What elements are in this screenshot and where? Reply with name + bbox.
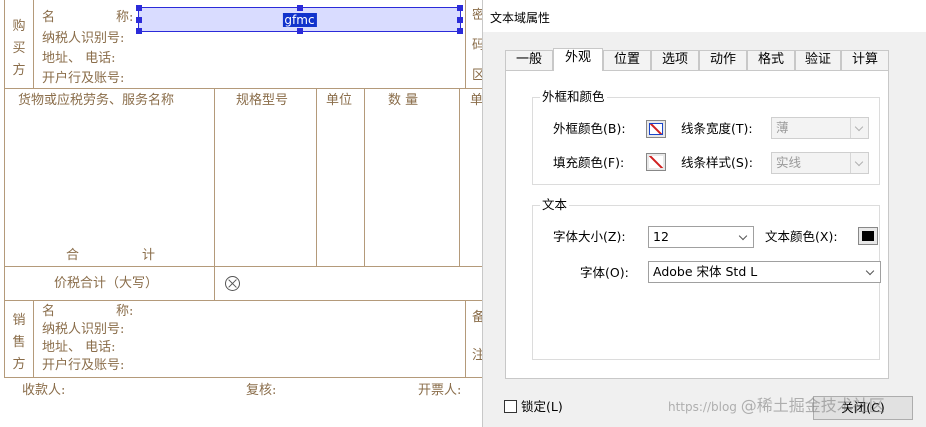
border-color-label: 外框颜色(B): (553, 121, 626, 136)
tab-calculate[interactable]: 计算 (841, 50, 889, 70)
invoice-form: 购买方 名 称: 纳税人识别号: 地址、 电话: 开户行及账号: gfmc 密 … (0, 0, 485, 427)
line-width-label: 线条宽度(T): (681, 121, 753, 136)
total-label-b: 计 (142, 248, 156, 263)
reviewer-label: 复核: (246, 383, 277, 398)
unit-header: 单位 (326, 93, 353, 108)
line-style-label: 线条样式(S): (681, 155, 753, 170)
resize-handle[interactable] (296, 28, 303, 34)
fill-color-button[interactable] (646, 153, 666, 171)
lock-checkbox[interactable] (504, 400, 517, 413)
text-color-swatch (862, 231, 874, 241)
buyer-side-label: 购买方 (12, 19, 26, 78)
seller-bank-label: 开户行及账号: (42, 358, 125, 373)
line-width-select[interactable]: 薄 (771, 117, 869, 139)
text-field-properties-dialog: 文本域属性 一般 外观 位置 选项 动作 格式 验证 计算 外框和颜色 外框颜色… (482, 0, 926, 427)
border-color-group-title: 外框和颜色 (540, 89, 607, 105)
total-label-a: 合 (66, 248, 80, 263)
divider (465, 0, 466, 88)
watermark-brand: @稀土掘金技术社区 (740, 396, 885, 415)
divider (364, 88, 365, 266)
divider (214, 88, 215, 300)
font-label: 字体(O): (580, 265, 629, 280)
buyer-taxpayer-id-label: 纳税人识别号: (42, 31, 125, 46)
divider (4, 377, 484, 378)
text-color-button[interactable] (858, 227, 878, 245)
chevron-down-icon (862, 262, 880, 282)
chevron-down-icon (850, 153, 868, 173)
divider (33, 300, 34, 377)
font-value: Adobe 宋体 Std L (653, 264, 758, 279)
resize-handle[interactable] (457, 28, 463, 34)
divider (4, 266, 484, 267)
watermark: https://blog @稀土掘金技术社区 (668, 392, 885, 416)
text-group: 文本 字体大小(Z): 12 文本颜色(X): 字体(O): Adobe 宋体 … (532, 197, 881, 360)
font-size-value: 12 (653, 229, 669, 244)
seller-name-label-b: 称: (116, 304, 134, 319)
resize-handle[interactable] (136, 5, 142, 11)
border-color-group: 外框和颜色 外框颜色(B): 线条宽度(T): 薄 填充颜色(F): 线条样式(… (532, 89, 880, 185)
font-size-label: 字体大小(Z): (553, 229, 626, 244)
goods-name-header: 货物或应税劳务、服务名称 (18, 93, 175, 108)
tab-general[interactable]: 一般 (505, 50, 553, 70)
line-style-select[interactable]: 实线 (771, 152, 869, 174)
chevron-down-icon (735, 227, 753, 247)
divider (465, 300, 466, 377)
watermark-url: https://blog (668, 400, 737, 414)
buyer-bank-label: 开户行及账号: (42, 71, 125, 86)
tab-validate[interactable]: 验证 (795, 50, 841, 70)
appearance-tab-panel: 外框和颜色 外框颜色(B): 线条宽度(T): 薄 填充颜色(F): 线条样式(… (505, 70, 889, 379)
line-style-value: 实线 (776, 155, 802, 170)
dialog-titlebar[interactable]: 文本域属性 (483, 0, 926, 32)
tax-total-label: 价税合计（大写） (54, 276, 159, 291)
circle-x-icon (225, 276, 240, 291)
quantity-header: 数 量 (388, 93, 419, 108)
divider (459, 88, 460, 266)
fill-color-label: 填充颜色(F): (553, 155, 625, 170)
resize-handle[interactable] (457, 5, 463, 11)
resize-handle[interactable] (457, 16, 463, 23)
border-color-button[interactable] (646, 120, 666, 138)
tab-options[interactable]: 选项 (651, 50, 699, 70)
divider (316, 88, 317, 266)
buyer-address-label: 地址、 电话: (42, 51, 116, 66)
lock-label[interactable]: 锁定(L) (521, 399, 563, 415)
line-width-value: 薄 (776, 120, 789, 135)
tab-actions[interactable]: 动作 (699, 50, 747, 70)
seller-taxpayer-id-label: 纳税人识别号: (42, 322, 125, 337)
tab-position[interactable]: 位置 (603, 50, 651, 70)
payee-label: 收款人: (22, 383, 66, 398)
no-color-icon (649, 156, 663, 168)
field-name-label: gfmc (282, 13, 317, 27)
text-color-label: 文本颜色(X): (765, 229, 838, 244)
seller-side-label: 销售方 (12, 313, 26, 372)
tab-format[interactable]: 格式 (747, 50, 795, 70)
divider (4, 300, 484, 301)
seller-name-label-a: 名 (42, 304, 56, 319)
buyer-name-label-b: 称: (116, 10, 134, 25)
tab-appearance[interactable]: 外观 (553, 48, 603, 71)
no-color-icon (649, 123, 663, 135)
dialog-title: 文本域属性 (490, 11, 551, 25)
resize-handle[interactable] (136, 28, 142, 34)
spec-header: 规格型号 (236, 93, 289, 108)
resize-handle[interactable] (296, 5, 303, 11)
drawer-label: 开票人: (418, 383, 462, 398)
gfmc-text-field[interactable]: gfmc (136, 5, 463, 34)
divider (4, 0, 5, 377)
divider (4, 88, 484, 89)
resize-handle[interactable] (136, 16, 142, 23)
text-group-title: 文本 (540, 197, 570, 213)
font-select[interactable]: Adobe 宋体 Std L (648, 261, 881, 283)
chevron-down-icon (850, 118, 868, 138)
font-size-select[interactable]: 12 (648, 226, 754, 248)
buyer-name-label-a: 名 (42, 10, 56, 25)
seller-address-label: 地址、 电话: (42, 340, 116, 355)
divider (33, 0, 34, 88)
